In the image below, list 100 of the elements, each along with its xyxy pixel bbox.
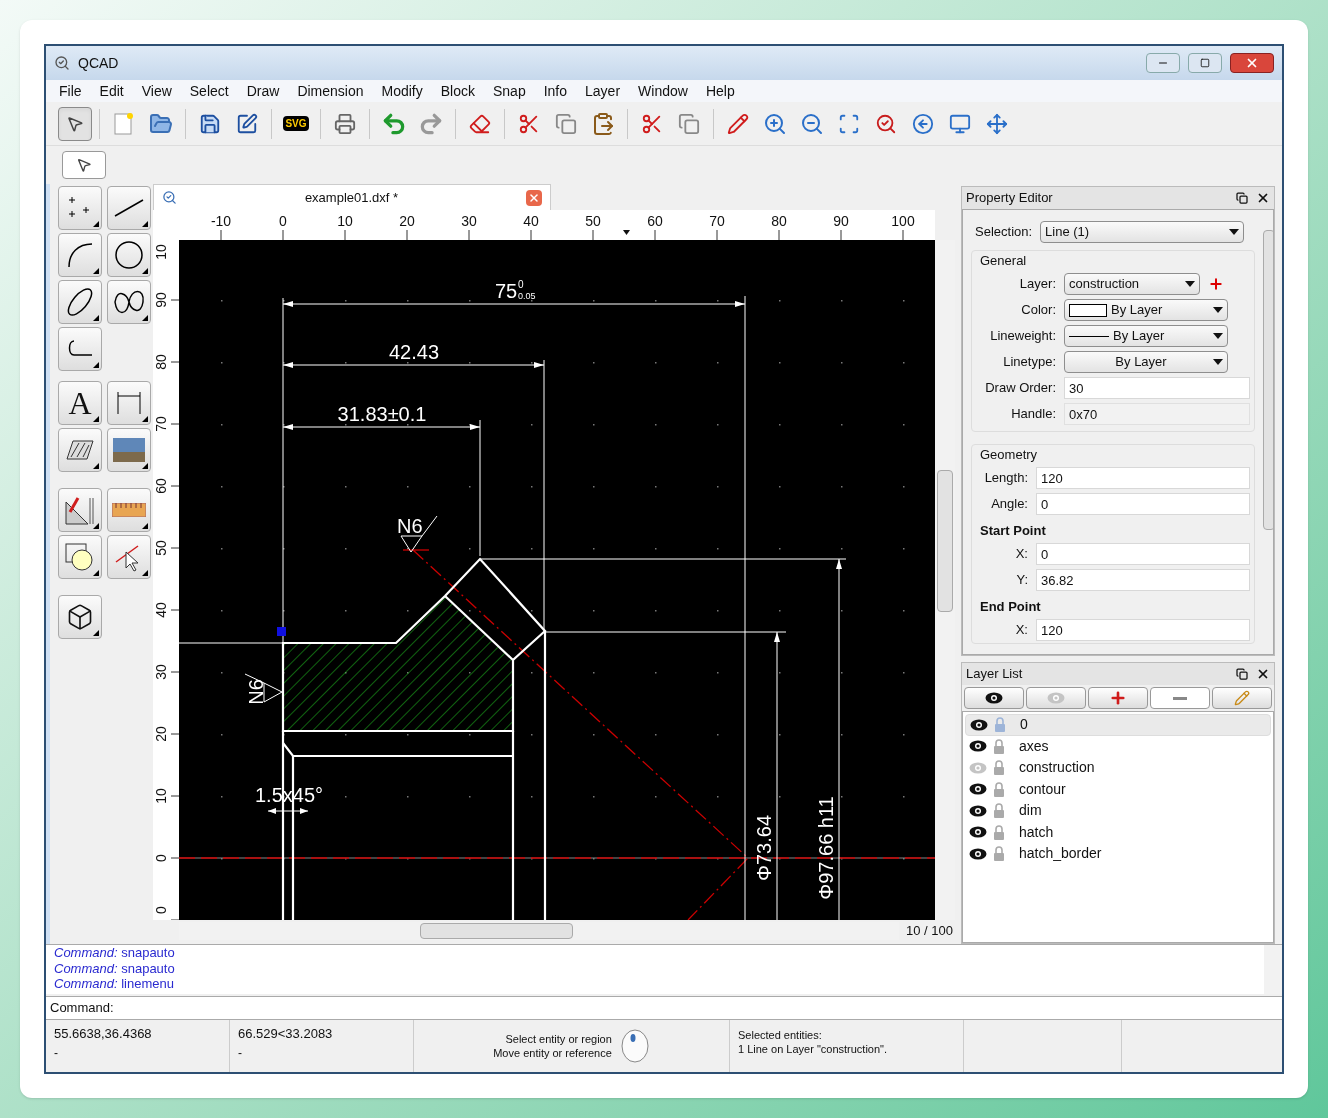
value-field[interactable]: 30 <box>1064 377 1250 399</box>
selection-dropdown[interactable]: Line (1) <box>1040 221 1245 243</box>
show-all-layers-button[interactable] <box>964 687 1024 709</box>
eye-icon[interactable] <box>969 826 987 839</box>
zoom-in-icon <box>763 111 787 136</box>
ruler-label: 90 <box>153 292 169 308</box>
ellipse-tool[interactable] <box>58 280 102 324</box>
value-field[interactable]: 0 <box>1036 543 1250 565</box>
dimension-text: 42.43 <box>388 341 440 363</box>
color-dropdown[interactable]: By Layer <box>1064 299 1228 321</box>
select-tool-button[interactable] <box>62 151 106 179</box>
edit-layer-button[interactable] <box>1212 687 1272 709</box>
layer-row[interactable]: axes <box>965 735 1271 757</box>
ruler-label: 80 <box>153 354 169 370</box>
close-button[interactable] <box>1230 53 1274 73</box>
ruler-icon <box>112 503 146 517</box>
layer-dropdown[interactable]: construction <box>1064 273 1200 295</box>
maximize-icon <box>1200 58 1210 68</box>
modify-tool[interactable] <box>58 535 102 579</box>
lineweight-dropdown[interactable]: By Layer <box>1064 325 1228 347</box>
submenu-arrow-icon <box>93 630 99 636</box>
menu-item[interactable]: Snap <box>484 80 535 102</box>
eye-icon[interactable] <box>969 804 987 817</box>
field-label: Angle: <box>990 495 1029 514</box>
layer-row[interactable]: construction <box>965 757 1271 779</box>
menu-item[interactable]: Block <box>431 80 484 102</box>
remove-layer-button[interactable] <box>1150 687 1210 709</box>
text-tool[interactable]: A <box>58 381 102 425</box>
save-icon <box>199 112 221 135</box>
ruler-label: 20 <box>399 213 415 229</box>
menu-item[interactable]: Modify <box>372 80 432 102</box>
layer-row[interactable]: dim <box>965 800 1271 822</box>
minimize-button[interactable] <box>1146 53 1180 73</box>
menu-item[interactable]: Draw <box>237 80 289 102</box>
minus-icon <box>1173 696 1187 700</box>
ruler-label: 20 <box>153 726 169 742</box>
3d-tool[interactable] <box>58 595 102 639</box>
eye-icon[interactable] <box>969 740 987 753</box>
menu-item[interactable]: Info <box>534 80 577 102</box>
menu-item[interactable]: Dimension <box>288 80 373 102</box>
eye-icon[interactable] <box>985 692 1003 704</box>
close-icon <box>1256 191 1270 205</box>
menu-item[interactable]: Edit <box>90 80 133 102</box>
dimension-text: 75 <box>495 280 518 302</box>
ruler-label: 10 <box>337 213 353 229</box>
export-svg-icon: SVG <box>283 116 309 131</box>
eye-icon[interactable] <box>969 783 987 796</box>
close-tab-icon[interactable] <box>526 189 542 206</box>
line-tool[interactable] <box>107 186 151 230</box>
arc-tool[interactable] <box>58 233 102 277</box>
maximize-button[interactable] <box>1188 53 1222 73</box>
submenu-arrow-icon <box>93 523 99 529</box>
value-field[interactable]: 120 <box>1036 619 1250 641</box>
export-svg-button[interactable]: SVG <box>279 106 313 141</box>
lock-icon <box>993 803 1005 819</box>
value-field[interactable]: 120 <box>1036 467 1250 489</box>
layer-row[interactable]: 0 <box>965 714 1271 736</box>
eye-icon[interactable] <box>970 718 988 731</box>
menu-item[interactable]: Select <box>180 80 238 102</box>
eye-icon[interactable] <box>969 847 987 860</box>
selection-info: 1 Line on Layer "construction". <box>738 1042 889 1056</box>
group-title: General <box>980 252 1028 270</box>
polyline-tool[interactable] <box>58 327 102 371</box>
menu-item[interactable]: File <box>50 80 91 102</box>
circle-tool[interactable] <box>107 233 151 277</box>
layer-row[interactable]: contour <box>965 778 1271 800</box>
layer-row[interactable]: hatch <box>965 821 1271 843</box>
paste-icon <box>591 111 615 136</box>
drafting-tool[interactable] <box>58 488 102 532</box>
menu-item[interactable]: Window <box>629 80 697 102</box>
layer-name: axes <box>1019 736 1049 756</box>
spline-tool[interactable] <box>107 280 151 324</box>
value-field[interactable]: 36.82 <box>1036 569 1250 591</box>
layer-name: dim <box>1019 801 1042 821</box>
ellipse-icon <box>65 287 95 317</box>
ruler-label: 40 <box>523 213 539 229</box>
menu-item[interactable]: View <box>132 80 181 102</box>
layer-row[interactable]: hatch_border <box>965 843 1271 865</box>
value-field[interactable]: 0x70 <box>1064 403 1250 425</box>
measure-tool[interactable] <box>107 488 151 532</box>
ruler-label: 0 <box>153 906 169 914</box>
value-field[interactable]: 0 <box>1036 493 1250 515</box>
linetype-dropdown[interactable]: By Layer <box>1064 351 1228 373</box>
pointer-button[interactable] <box>58 106 92 141</box>
menu-item[interactable]: Layer <box>576 80 630 102</box>
cube-icon <box>66 603 94 631</box>
dimension-tool[interactable] <box>107 381 151 425</box>
add-layer-button[interactable] <box>1088 687 1148 709</box>
image-tool[interactable] <box>107 428 151 472</box>
section-heading: Start Point <box>980 522 1047 540</box>
points-tool[interactable] <box>58 186 102 230</box>
save-as-icon <box>236 112 258 135</box>
hatch-tool[interactable] <box>58 428 102 472</box>
field-label: Length: <box>983 469 1029 488</box>
selection-tool[interactable] <box>107 535 151 579</box>
menu-item[interactable]: Help <box>696 80 744 102</box>
lock-icon <box>993 824 1005 840</box>
close-icon <box>1245 56 1259 70</box>
document-tab[interactable]: example01.dxf * <box>153 184 551 210</box>
lock-icon <box>993 781 1005 797</box>
